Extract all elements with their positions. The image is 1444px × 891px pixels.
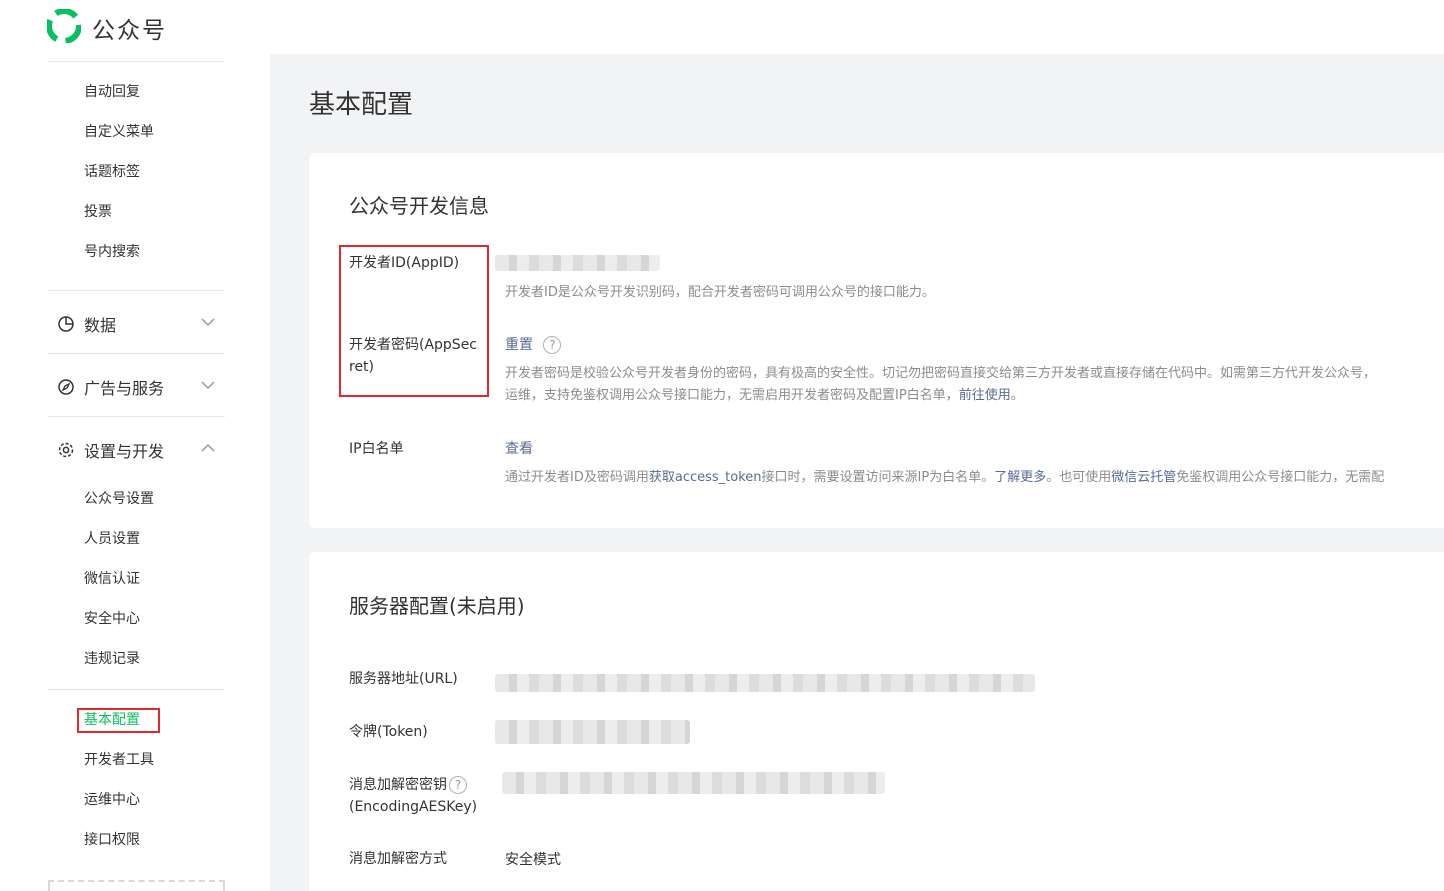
appid-label: 开发者ID(AppID) <box>349 255 460 271</box>
gear-icon <box>56 440 76 460</box>
learn-more-link[interactable]: 了解更多 <box>994 470 1046 485</box>
chevron-down-icon[interactable] <box>200 377 216 393</box>
sidebar-group-label: 设置与开发 <box>84 442 165 461</box>
secret-description-line1: 开发者密码是校验公众号开发者身份的密码，具有极高的安全性。切记勿把密码直接交给第… <box>505 366 1377 381</box>
secret-label-line2: ret) <box>349 359 375 375</box>
sidebar-item-dev-tools[interactable]: 开发者工具 <box>84 750 154 770</box>
access-token-link[interactable]: 获取access_token <box>649 470 762 485</box>
page-title: 基本配置 <box>309 90 414 120</box>
sidebar-divider <box>48 353 225 354</box>
sidebar-group-label: 数据 <box>84 316 117 335</box>
desc-text: 接口时，需要设置访问来源IP为白名单。 <box>761 470 995 485</box>
aes-label-line2: (EncodingAESKey) <box>349 799 478 815</box>
server-url-redacted <box>495 674 1035 692</box>
wechat-mp-logo-icon[interactable] <box>47 9 81 43</box>
help-icon[interactable]: ? <box>543 336 562 354</box>
encrypt-mode-label: 消息加解密方式 <box>349 851 447 867</box>
sidebar-item-account-settings[interactable]: 公众号设置 <box>84 489 154 509</box>
sidebar-item-basic-config[interactable]: 基本配置 <box>84 710 140 730</box>
sidebar-item-search[interactable]: 号内搜索 <box>84 242 140 262</box>
sidebar-item-custom-menu[interactable]: 自定义菜单 <box>84 122 154 142</box>
secret-reset-row: 重置 ? <box>505 334 562 354</box>
encrypt-mode-value: 安全模式 <box>505 852 561 868</box>
compass-icon <box>56 377 76 397</box>
section-title: 服务器配置(未启用) <box>349 594 525 618</box>
sidebar-item-vote[interactable]: 投票 <box>84 202 112 222</box>
cloud-hosting-link[interactable]: 微信云托管 <box>1111 470 1176 485</box>
appid-value-redacted <box>495 255 660 271</box>
sidebar-dashed-box <box>48 880 225 891</box>
section-title: 公众号开发信息 <box>349 194 489 218</box>
token-redacted <box>495 720 690 744</box>
sidebar-group-ads[interactable]: 广告与服务 <box>56 375 164 399</box>
top-bar: 公众号 <box>0 0 1444 54</box>
sidebar-item-api-permissions[interactable]: 接口权限 <box>84 830 140 850</box>
sidebar-item-auto-reply[interactable]: 自动回复 <box>84 82 140 102</box>
appid-description: 开发者ID是公众号开发识别码，配合开发者密码可调用公众号的接口能力。 <box>505 285 935 300</box>
brand-name[interactable]: 公众号 <box>92 11 167 45</box>
token-label: 令牌(Token) <box>349 724 428 740</box>
desc-text: 通过开发者ID及密码调用 <box>505 470 649 485</box>
secret-description-line2: 运维，支持免鉴权调用公众号接口能力，无需启用开发者密码及配置IP白名单，前往使用… <box>505 385 1024 407</box>
server-url-label: 服务器地址(URL) <box>349 671 458 687</box>
reset-link[interactable]: 重置 <box>505 337 533 353</box>
sidebar-divider <box>48 416 225 417</box>
help-icon[interactable]: ? <box>449 776 467 794</box>
desc-text: 免鉴权调用公众号接口能力，无需配 <box>1176 470 1385 485</box>
ip-whitelist-label: IP白名单 <box>349 441 404 457</box>
sidebar-divider <box>48 61 225 62</box>
go-use-link[interactable]: 前往使用 <box>959 388 1011 403</box>
ip-description: 通过开发者ID及密码调用获取access_token接口时，需要设置访问来源IP… <box>505 467 1384 489</box>
sidebar-item-staff-settings[interactable]: 人员设置 <box>84 529 140 549</box>
sidebar-group-label: 广告与服务 <box>84 379 165 398</box>
chevron-up-icon[interactable] <box>200 440 216 456</box>
sidebar-item-topic-tags[interactable]: 话题标签 <box>84 162 140 182</box>
secret-label: 开发者密码(AppSec ret) <box>349 334 477 378</box>
sidebar-group-settings[interactable]: 设置与开发 <box>56 438 164 462</box>
sidebar-item-security-center[interactable]: 安全中心 <box>84 609 140 629</box>
aes-key-redacted <box>502 772 885 794</box>
aes-key-label: 消息加解密密钥? (EncodingAESKey) <box>349 774 477 818</box>
sidebar-item-wechat-verify[interactable]: 微信认证 <box>84 569 140 589</box>
sidebar-item-violations[interactable]: 违规记录 <box>84 649 140 669</box>
sidebar-divider <box>48 689 225 690</box>
sidebar-divider <box>48 290 225 291</box>
secret-label-line1: 开发者密码(AppSec <box>349 337 478 353</box>
aes-label-line1: 消息加解密密钥 <box>349 777 447 793</box>
desc-text: 运维，支持免鉴权调用公众号接口能力，无需启用开发者密码及配置IP白名单， <box>505 388 959 403</box>
desc-text: 。也可使用 <box>1046 470 1112 485</box>
sidebar-item-ops-center[interactable]: 运维中心 <box>84 790 140 810</box>
chevron-down-icon[interactable] <box>200 314 216 330</box>
sidebar-group-data[interactable]: 数据 <box>56 312 116 336</box>
desc-text: 。 <box>1010 388 1024 403</box>
ip-view-link[interactable]: 查看 <box>505 438 533 458</box>
pie-chart-icon <box>56 314 76 334</box>
